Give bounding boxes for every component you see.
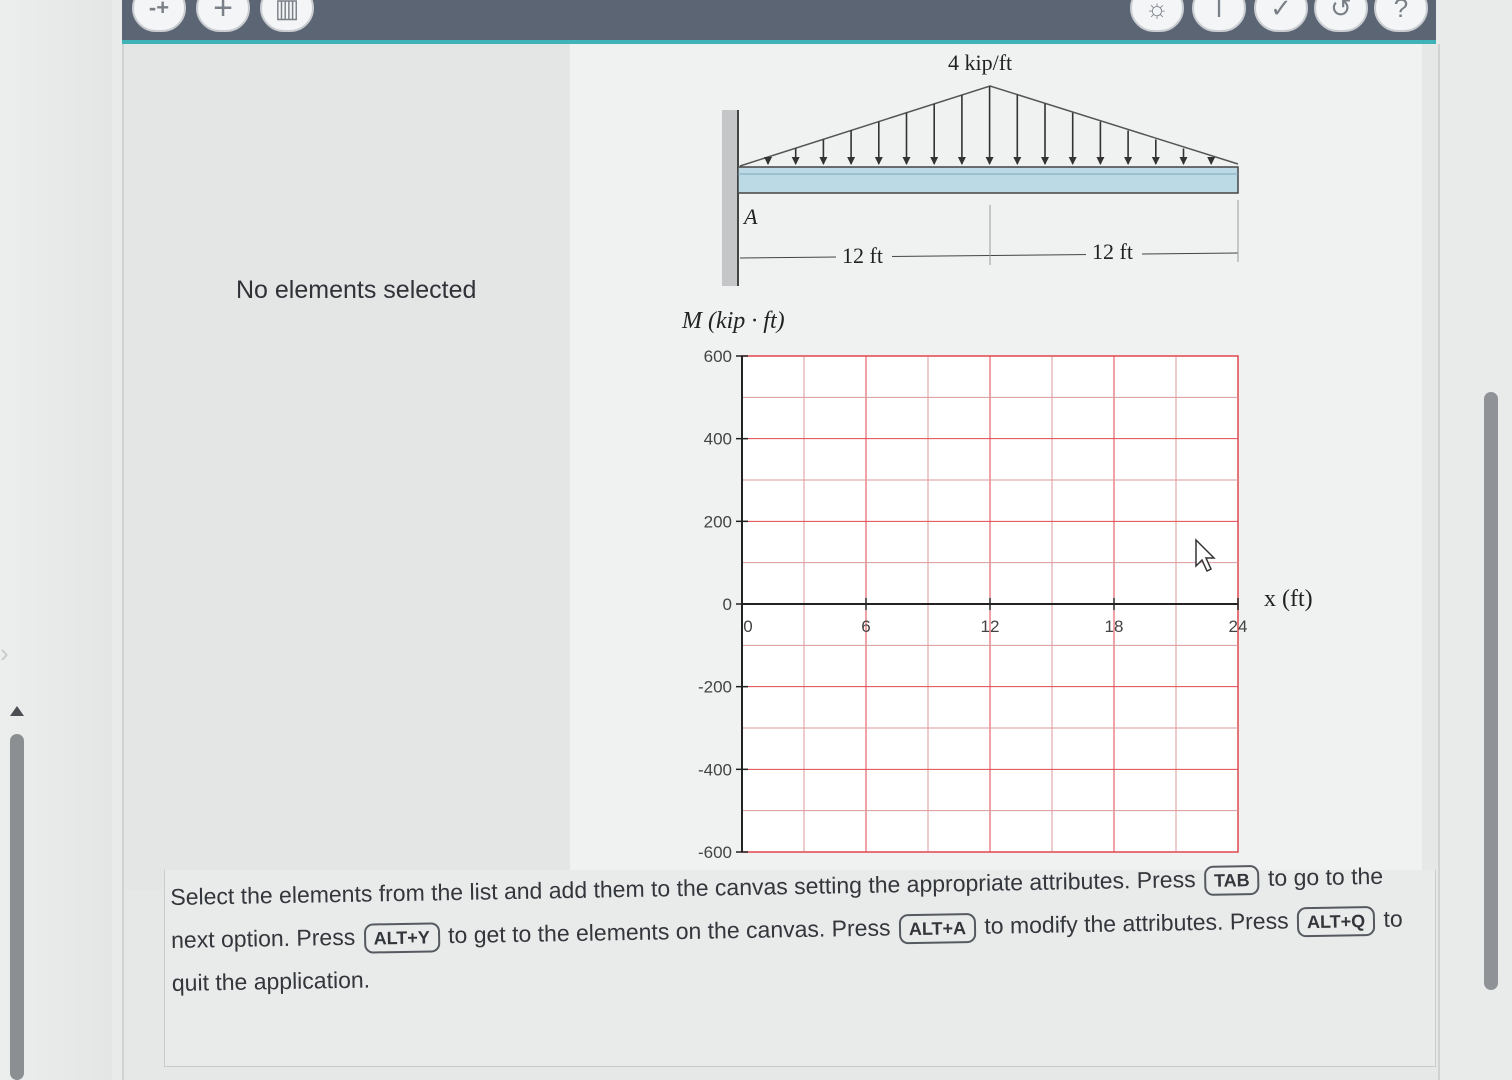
x-tick-label: 24	[1229, 617, 1248, 636]
y-tick-label: -200	[698, 678, 732, 697]
load-arrowhead	[764, 157, 772, 165]
y-tick-label: 400	[704, 430, 732, 449]
load-arrowhead	[847, 157, 856, 165]
load-arrowhead	[985, 157, 994, 165]
dimension-line	[739, 252, 1239, 259]
load-arrowhead	[819, 157, 828, 165]
alt-a-key-badge: ALT+A	[898, 912, 977, 945]
instructions-text: Select the elements from the list and ad…	[170, 854, 1422, 1005]
load-arrowhead	[957, 157, 966, 165]
beam	[737, 166, 1239, 194]
load-arrowhead	[1151, 157, 1160, 165]
load-arrowhead	[1068, 157, 1077, 165]
load-label: 4 kip/ft	[948, 50, 1012, 75]
span-left-label: 12 ft	[842, 243, 883, 268]
alt-y-key-badge: ALT+Y	[363, 922, 441, 954]
load-arrowhead	[874, 157, 883, 165]
y-tick-label: 0	[723, 595, 732, 614]
x-tick-label: 18	[1105, 617, 1124, 636]
load-arrowhead	[1013, 157, 1022, 165]
tab-key-badge: TAB	[1203, 864, 1260, 896]
load-arrowhead	[791, 157, 800, 165]
right-scrollbar[interactable]	[1484, 392, 1498, 990]
instructions-part-1: Select the elements from the list and ad…	[170, 866, 1196, 910]
span-right-label: 12 ft	[1092, 239, 1133, 264]
x-tick-label: 6	[861, 617, 870, 636]
y-tick-label: 200	[704, 512, 732, 531]
x-tick-label: 0	[743, 617, 752, 636]
fixed-support-wall	[722, 110, 738, 286]
instructions-part-4: to modify the attributes. Press	[984, 907, 1289, 939]
x-axis-label: x (ft)	[1264, 586, 1313, 612]
y-tick-label: -400	[698, 760, 732, 779]
load-arrowhead	[1041, 157, 1049, 165]
load-arrowhead	[1124, 157, 1133, 165]
x-tick-label: 12	[981, 617, 1000, 636]
load-arrowhead	[902, 157, 911, 165]
alt-q-key-badge: ALT+Q	[1296, 905, 1376, 938]
load-arrowhead	[930, 157, 939, 165]
load-arrowhead	[1096, 157, 1105, 165]
moment-diagram-chart[interactable]: 600 400 200 0 -200 -400 -600 0 6 12 18 24	[698, 347, 1247, 862]
y-axis-label: M (kip · ft)	[681, 308, 785, 334]
y-tick-label: 600	[704, 347, 732, 366]
load-arrowhead	[1207, 157, 1216, 165]
load-arrowhead	[1179, 157, 1188, 165]
instructions-part-3: to get to the elements on the canvas. Pr…	[447, 914, 891, 949]
y-tick-label: -600	[698, 843, 732, 862]
support-label: A	[742, 204, 758, 229]
load-arrows	[764, 86, 1216, 165]
